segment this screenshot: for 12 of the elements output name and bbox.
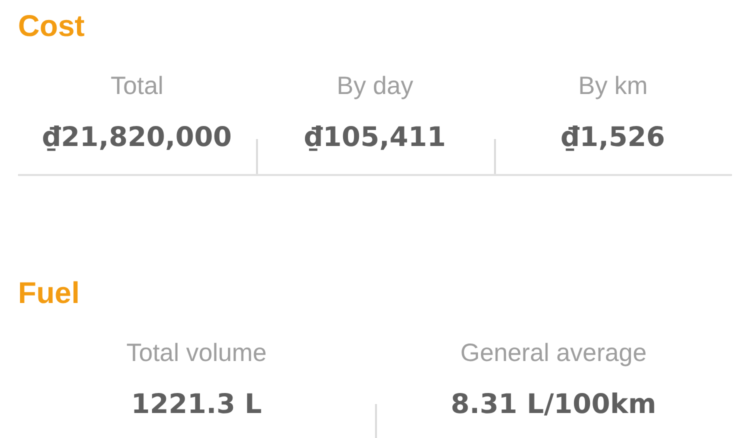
- stat-label: By km: [578, 71, 648, 101]
- stat-label: Total volume: [126, 338, 267, 368]
- stat-value: ₫21,820,000: [42, 121, 232, 155]
- stat-value: ₫105,411: [304, 121, 446, 155]
- stat-value: 8.31 L/100km: [450, 388, 656, 422]
- stat-label: Total: [110, 71, 164, 101]
- section-title: Fuel: [18, 276, 80, 312]
- stat-value: 1221.3 L: [131, 388, 262, 422]
- stat-value: ₫1,526: [560, 121, 666, 155]
- section-title: Cost: [18, 9, 85, 45]
- stat-label: General average: [460, 338, 647, 368]
- stat-label: By day: [336, 71, 414, 101]
